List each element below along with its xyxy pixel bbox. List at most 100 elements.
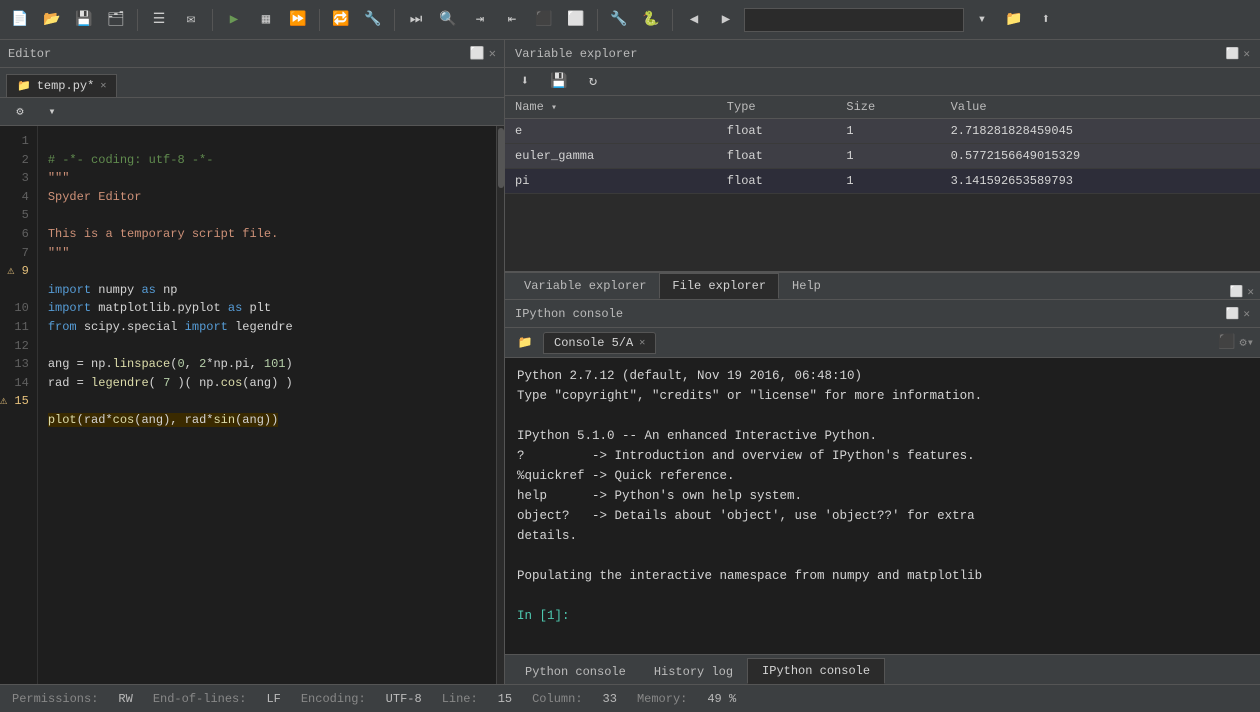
editor-tab-label: temp.py*	[37, 79, 95, 93]
console-tab-close[interactable]: ✕	[639, 337, 645, 349]
var-row-euler[interactable]: euler_gamma float 1 0.5772156649015329	[505, 144, 1260, 169]
save-all-btn[interactable]: 🗂	[102, 6, 130, 34]
right-panel: Variable explorer ⬜ ✕ ⬇ 💾 ↻ Name ▾ Type	[505, 40, 1260, 684]
explorer-float-btn[interactable]: ⬜	[1230, 285, 1244, 299]
var-row-e[interactable]: e float 1 2.718281828459045	[505, 119, 1260, 144]
editor-options-btn[interactable]: ▾	[38, 98, 66, 126]
var-save-btn[interactable]: 💾	[545, 68, 573, 96]
outline-btn[interactable]: ☰	[145, 6, 173, 34]
mem-value: 49 %	[707, 692, 736, 706]
preferences-btn[interactable]: 🔧	[605, 6, 633, 34]
console-new-btn[interactable]: 📁	[511, 329, 539, 357]
var-explorer-title: Variable explorer	[515, 47, 637, 61]
var-float-btn[interactable]: ⬜	[1226, 47, 1240, 61]
tab-python-console[interactable]: Python console	[511, 660, 640, 684]
var-value-e: 2.718281828459045	[941, 119, 1260, 144]
sep2	[212, 9, 213, 31]
run-btn[interactable]: ▶	[220, 6, 248, 34]
editor-title: Editor	[8, 47, 51, 61]
var-value-pi: 3.141592653589793	[941, 169, 1260, 194]
tab-close-btn[interactable]: ✕	[100, 80, 106, 92]
editor-toolbar: ⚙ ▾	[0, 98, 504, 126]
back-btn[interactable]: ◀	[680, 6, 708, 34]
line-value: 15	[498, 692, 512, 706]
connect-btn[interactable]: ⏭	[402, 6, 430, 34]
editor-tab-temp-py[interactable]: 📁 temp.py* ✕	[6, 74, 117, 97]
col-name[interactable]: Name ▾	[505, 96, 717, 119]
eol-value: LF	[266, 692, 280, 706]
path-input[interactable]: /home/matt	[744, 8, 964, 32]
bottom-console-tabs: Python console History log IPython conso…	[505, 654, 1260, 684]
var-type-pi: float	[717, 169, 837, 194]
line-label: Line:	[442, 692, 478, 706]
debug-btn[interactable]: 🔁	[327, 6, 355, 34]
encoding-label: Encoding:	[301, 692, 366, 706]
sep6	[672, 9, 673, 31]
open-file-btn[interactable]: 📂	[38, 6, 66, 34]
col-type[interactable]: Type	[717, 96, 837, 119]
browse-btn[interactable]: 📁	[1000, 6, 1028, 34]
sep1	[137, 9, 138, 31]
var-import-btn[interactable]: ⬇	[511, 68, 539, 96]
variable-table: Name ▾ Type Size Value e float 1 2.71828…	[505, 96, 1260, 194]
tab-help[interactable]: Help	[779, 273, 834, 299]
tab-folder-icon: 📁	[17, 79, 31, 93]
console-settings-btn[interactable]: ⚙▾	[1240, 335, 1254, 350]
var-type-euler: float	[717, 144, 837, 169]
run-cell-btn[interactable]: ▦	[252, 6, 280, 34]
console-panel: IPython console ⬜ ✕ 📁 Console 5/A ✕ ⬛ ⚙▾…	[505, 300, 1260, 684]
editor-close-btn[interactable]: ✕	[489, 46, 496, 61]
var-table: Name ▾ Type Size Value e float 1 2.71828…	[505, 96, 1260, 271]
statusbar: Permissions: RW End-of-lines: LF Encodin…	[0, 684, 1260, 712]
explorer-close-btn[interactable]: ✕	[1247, 285, 1254, 299]
editor-scrollbar[interactable]	[496, 126, 504, 684]
sep5	[597, 9, 598, 31]
console-tab-5a[interactable]: Console 5/A ✕	[543, 332, 656, 354]
var-toolbar: ⬇ 💾 ↻	[505, 68, 1260, 96]
console-stop-btn[interactable]: ⬛	[1218, 334, 1235, 351]
editor-settings-btn[interactable]: ⚙	[6, 98, 34, 126]
run-cell-advance-btn[interactable]: ⏩	[284, 6, 312, 34]
var-row-pi[interactable]: pi float 1 3.141592653589793	[505, 169, 1260, 194]
python-path-btn[interactable]: 🐍	[637, 6, 665, 34]
var-close-btn[interactable]: ✕	[1243, 47, 1250, 61]
nav-up-btn[interactable]: ⬆	[1032, 6, 1060, 34]
unindent-btn[interactable]: ⇤	[498, 6, 526, 34]
col-value[interactable]: Value	[941, 96, 1260, 119]
editor-float-btn[interactable]: ⬜	[470, 46, 485, 61]
main-toolbar: 📄 📂 💾 🗂 ☰ ✉ ▶ ▦ ⏩ 🔁 🔧 ⏭ 🔍 ⇥ ⇤ ⬛ ⬜ 🔧 🐍 ◀ …	[0, 0, 1260, 40]
permissions-label: Permissions:	[12, 692, 98, 706]
tab-ipython-console[interactable]: IPython console	[747, 658, 885, 684]
permissions-value: RW	[118, 692, 132, 706]
sep3	[319, 9, 320, 31]
col-size[interactable]: Size	[836, 96, 940, 119]
maximize2-btn[interactable]: ⬜	[562, 6, 590, 34]
console-title: IPython console	[515, 307, 623, 321]
tab-variable-explorer[interactable]: Variable explorer	[511, 273, 659, 299]
tab-file-explorer[interactable]: File explorer	[659, 273, 779, 299]
code-area[interactable]: # -*- coding: utf-8 -*- """ Spyder Edito…	[38, 126, 504, 684]
save-file-btn[interactable]: 💾	[70, 6, 98, 34]
tab-history-log[interactable]: History log	[640, 660, 747, 684]
explorer-tabs: Variable explorer File explorer Help ⬜ ✕	[505, 272, 1260, 300]
email-btn[interactable]: ✉	[177, 6, 205, 34]
var-refresh-btn[interactable]: ↻	[579, 68, 607, 96]
path-dropdown-btn[interactable]: ▾	[968, 6, 996, 34]
var-size-e: 1	[836, 119, 940, 144]
var-value-euler: 0.5772156649015329	[941, 144, 1260, 169]
console-tab-label: Console 5/A	[554, 336, 633, 350]
sep4	[394, 9, 395, 31]
var-explorer-header: Variable explorer ⬜ ✕	[505, 40, 1260, 68]
editor-panel: Editor ⬜ ✕ 📁 temp.py* ✕ ⚙ ▾ 1 2 3 4 5	[0, 40, 505, 684]
indent-btn[interactable]: ⇥	[466, 6, 494, 34]
console-header: IPython console ⬜ ✕	[505, 300, 1260, 328]
forward-btn[interactable]: ▶	[712, 6, 740, 34]
console-float-btn[interactable]: ⬜	[1226, 307, 1240, 321]
console-tabs-bar: 📁 Console 5/A ✕ ⬛ ⚙▾	[505, 328, 1260, 358]
new-file-btn[interactable]: 📄	[6, 6, 34, 34]
var-type-e: float	[717, 119, 837, 144]
inspect-btn[interactable]: 🔍	[434, 6, 462, 34]
maximize-btn[interactable]: ⬛	[530, 6, 558, 34]
console-close-btn[interactable]: ✕	[1243, 307, 1250, 321]
debug-step-btn[interactable]: 🔧	[359, 6, 387, 34]
